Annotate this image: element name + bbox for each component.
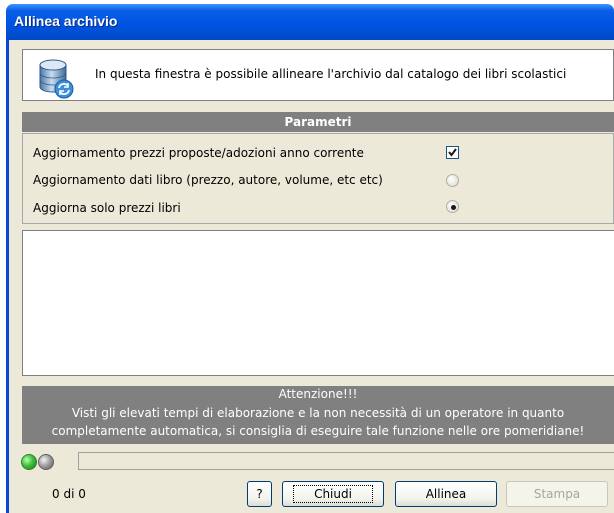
option-label-update-prices: Aggiornamento prezzi proposte/adozioni a… [33,146,364,160]
database-sync-icon [36,59,76,99]
help-button[interactable]: ? [247,481,272,507]
warning-line-2: completamente automatica, si consiglia d… [51,424,585,438]
close-button[interactable]: Chiudi [282,481,384,507]
option-label-update-book-data: Aggiornamento dati libro (prezzo, autore… [33,173,383,187]
warning-line-1: Visti gli elevati tempi di elaborazione … [71,406,565,420]
warning-title: Attenzione!!! [22,386,614,402]
progress-counter: 0 di 0 [52,487,86,501]
info-description: In questa finestra è possibile allineare… [95,67,567,81]
print-button[interactable]: Stampa [506,481,608,507]
warning-message: Visti gli elevati tempi di elaborazione … [22,402,614,444]
update-book-data-radio[interactable] [446,174,459,187]
close-button-label: Chiudi [293,485,373,503]
prices-only-radio[interactable] [446,200,459,213]
update-prices-checkbox[interactable] [446,146,459,159]
radio-selected-dot [451,205,456,210]
status-gray-led-icon [38,454,54,470]
option-label-prices-only: Aggiorna solo prezzi libri [33,201,181,215]
window-title: Allinea archivio [14,13,118,29]
parameters-header: Parametri [22,112,614,132]
log-output-area[interactable] [22,230,614,376]
align-button[interactable]: Allinea [395,481,497,507]
status-green-led-icon [21,454,37,470]
progress-bar [78,452,614,470]
